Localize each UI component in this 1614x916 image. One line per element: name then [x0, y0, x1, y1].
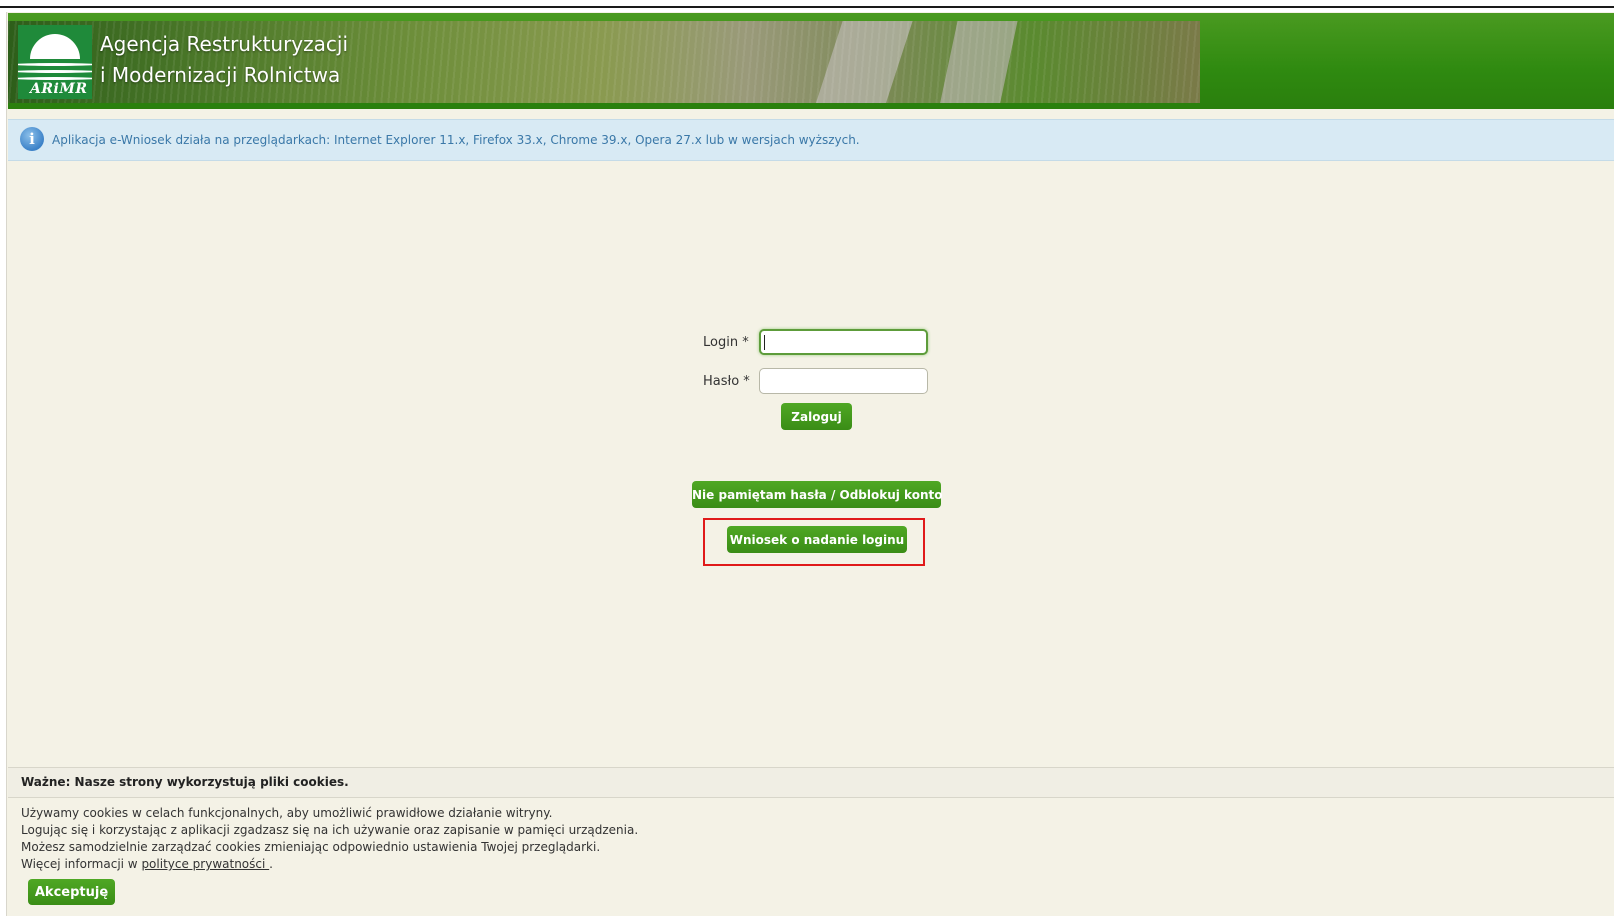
browser-info-banner: i Aplikacja e-Wniosek działa na przegląd… — [8, 119, 1614, 161]
cookie-notice-header: Ważne: Nasze strony wykorzystują pliki c… — [8, 767, 1614, 798]
cookie-notice-title: Ważne: Nasze strony wykorzystują pliki c… — [21, 775, 349, 789]
forgot-password-button[interactable]: Nie pamiętam hasła / Odblokuj konto — [692, 481, 942, 508]
top-border — [0, 6, 1614, 8]
request-login-button[interactable]: Wniosek o nadanie loginu — [727, 526, 907, 553]
cookie-text-line: Możesz samodzielnie zarządzać cookies zm… — [21, 840, 601, 854]
cookie-more-info-line: Więcej informacji w polityce prywatności… — [21, 856, 638, 873]
cookie-notice-body: Używamy cookies w celach funkcjonalnych,… — [21, 805, 638, 873]
organization-name: Agencja Restrukturyzacji i Modernizacji … — [100, 29, 348, 91]
login-label: Login * — [703, 335, 749, 350]
cookie-text-line: Używamy cookies w celach funkcjonalnych,… — [21, 806, 553, 820]
info-icon: i — [20, 127, 44, 151]
logo-field-stripe — [18, 77, 92, 80]
logo-wordmark: ARiMR — [30, 81, 88, 97]
page-left-border — [6, 12, 7, 916]
organization-name-line1: Agencja Restrukturyzacji — [100, 32, 349, 56]
arimr-logo[interactable]: ARiMR — [18, 25, 92, 99]
cookie-text-line: Logując się i korzystając z aplikacji zg… — [21, 823, 639, 837]
password-label: Hasło * — [703, 374, 750, 389]
text-cursor — [764, 335, 765, 350]
login-button[interactable]: Zaloguj — [781, 403, 852, 430]
cookie-more-info-prefix: Więcej informacji w — [21, 857, 142, 871]
organization-name-line2: i Modernizacji Rolnictwa — [100, 63, 341, 87]
password-input[interactable] — [759, 368, 928, 394]
browser-info-message: Aplikacja e-Wniosek działa na przeglądar… — [52, 133, 860, 147]
cookie-more-info-suffix: . — [269, 857, 273, 871]
privacy-policy-link[interactable]: polityce prywatności — [141, 857, 269, 871]
logo-field-stripe — [18, 70, 92, 73]
logo-field-stripe — [18, 63, 92, 66]
login-input[interactable] — [759, 329, 928, 355]
accept-cookies-button[interactable]: Akceptuję — [28, 879, 115, 905]
